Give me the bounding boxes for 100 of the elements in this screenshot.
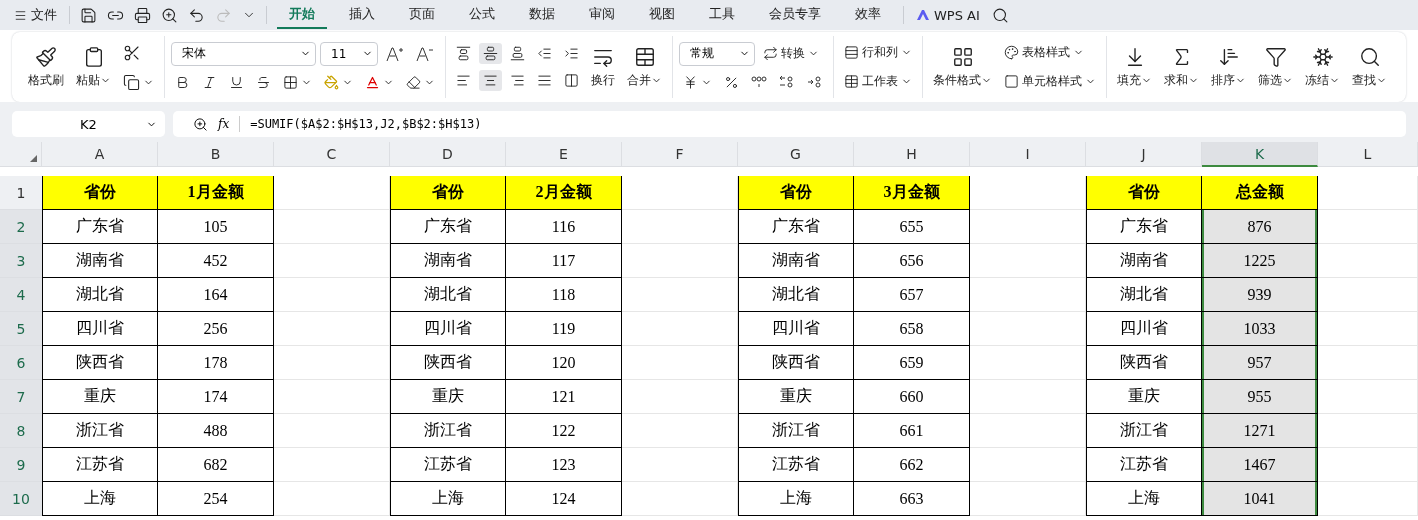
table-cell: 121 xyxy=(506,380,622,414)
table-cell: 256 xyxy=(158,312,274,346)
table-cell: 江苏省 xyxy=(738,448,854,482)
column-header[interactable]: G xyxy=(738,142,854,167)
formula-field[interactable]: fx =SUMIF($A$2:$H$13,J2,$B$2:$H$13) xyxy=(173,111,1406,137)
ai-button[interactable]: WPS AI xyxy=(914,5,982,25)
row-header[interactable]: 5 xyxy=(0,312,42,346)
table-cell: 123 xyxy=(506,448,622,482)
header-cell: 省份 xyxy=(42,176,158,210)
font-size-select[interactable]: 11 xyxy=(320,41,378,66)
align-left-icon xyxy=(456,73,471,88)
paste-button[interactable]: 粘贴 xyxy=(72,43,115,91)
conditional-format-button[interactable]: 条件格式 xyxy=(929,43,996,91)
table-cell: 江苏省 xyxy=(42,448,158,482)
row-header[interactable]: 2 xyxy=(0,210,42,244)
table-cell: 陕西省 xyxy=(390,346,506,380)
tool-button[interactable]: 冻结 xyxy=(1301,43,1344,91)
table-cell: 上海 xyxy=(738,482,854,516)
name-box[interactable]: K2 xyxy=(12,111,165,137)
ribbon-tab[interactable]: 视图 xyxy=(637,1,687,29)
ribbon-tab[interactable]: 效率 xyxy=(843,1,893,29)
table-cell: 重庆 xyxy=(738,380,854,414)
table-icon xyxy=(844,74,859,89)
table-cell: 254 xyxy=(158,482,274,516)
table-cell: 广东省 xyxy=(1086,210,1202,244)
column-header[interactable]: J xyxy=(1086,142,1202,167)
underline-icon xyxy=(229,74,244,90)
yen-icon xyxy=(683,74,698,90)
column-header[interactable]: A xyxy=(42,142,158,167)
ribbon-tab[interactable]: 公式 xyxy=(457,1,507,29)
row-header[interactable]: 8 xyxy=(0,414,42,448)
increase-decimal-icon xyxy=(779,75,795,89)
tool-button[interactable]: 排序 xyxy=(1207,43,1250,91)
grow-font-icon xyxy=(386,45,404,62)
row-header[interactable]: 7 xyxy=(0,380,42,414)
ribbon-tab[interactable]: 数据 xyxy=(517,1,567,29)
eraser-icon xyxy=(406,74,421,90)
copy-icon xyxy=(123,73,140,91)
column-header[interactable]: E xyxy=(506,142,622,167)
table-cell: 四川省 xyxy=(42,312,158,346)
worksheet-button[interactable]: 工作表 xyxy=(840,70,916,93)
ribbon-tab[interactable]: 开始 xyxy=(277,1,327,29)
number-format-select[interactable]: 常规 xyxy=(679,41,755,66)
column-header[interactable]: D xyxy=(390,142,506,167)
ribbon-tab[interactable]: 会员专享 xyxy=(757,1,833,29)
header-cell: 省份 xyxy=(1086,176,1202,210)
table-cell: 682 xyxy=(158,448,274,482)
row-header[interactable]: 1 xyxy=(0,176,42,210)
file-menu[interactable]: 文件 xyxy=(12,4,59,26)
ribbon-tab[interactable]: 工具 xyxy=(697,1,747,29)
filter-icon xyxy=(1264,45,1287,68)
ribbon-tab[interactable]: 插入 xyxy=(337,1,387,29)
tool-button[interactable]: 查找 xyxy=(1348,43,1391,91)
table-cell: 江苏省 xyxy=(390,448,506,482)
tool-button[interactable]: 填充 xyxy=(1113,43,1156,91)
table-cell: 重庆 xyxy=(390,380,506,414)
column-header[interactable]: F xyxy=(622,142,738,167)
column-header[interactable]: I xyxy=(970,142,1086,167)
header-cell: 2月金额 xyxy=(506,176,622,210)
merge-button[interactable]: 合并 xyxy=(623,43,666,91)
percent-icon xyxy=(724,74,739,90)
zoom-icon xyxy=(193,116,208,132)
tool-button[interactable]: 求和 xyxy=(1160,43,1203,91)
tool-button[interactable]: 筛选 xyxy=(1254,43,1297,91)
column-header[interactable]: L xyxy=(1318,142,1418,167)
wrap-text-button[interactable]: 换行 xyxy=(587,43,619,91)
row-header[interactable]: 6 xyxy=(0,346,42,380)
fill-color-icon xyxy=(324,74,339,90)
cell-style-button[interactable]: 单元格样式 xyxy=(1000,70,1100,93)
table-cell: 重庆 xyxy=(1086,380,1202,414)
row-header[interactable]: 9 xyxy=(0,448,42,482)
align-button[interactable] xyxy=(479,43,502,64)
row-header[interactable]: 3 xyxy=(0,244,42,278)
rows-columns-button[interactable]: 行和列 xyxy=(840,41,916,64)
scissors-icon xyxy=(123,43,141,62)
table-cell: 重庆 xyxy=(42,380,158,414)
ribbon-tab[interactable]: 页面 xyxy=(397,1,447,29)
table-cell: 174 xyxy=(158,380,274,414)
table-cell: 119 xyxy=(506,312,622,346)
table-cell: 118 xyxy=(506,278,622,312)
row-header[interactable]: 10 xyxy=(0,482,42,516)
table-style-button[interactable]: 表格样式 xyxy=(1000,41,1100,64)
table-cell: 上海 xyxy=(1086,482,1202,516)
font-select[interactable]: 宋体 xyxy=(171,41,316,66)
paintbrush-icon xyxy=(35,45,57,68)
column-header[interactable]: C xyxy=(274,142,390,167)
ribbon-tab[interactable]: 审阅 xyxy=(577,1,627,29)
format-painter-button[interactable]: 格式刷 xyxy=(24,43,68,91)
column-header[interactable]: H xyxy=(854,142,970,167)
table-cell: 1225 xyxy=(1202,244,1318,278)
square-icon xyxy=(1004,74,1019,89)
header-cell: 3月金额 xyxy=(854,176,970,210)
table-cell: 1041 xyxy=(1202,482,1318,516)
convert-button[interactable]: 转换 xyxy=(759,42,823,65)
column-header[interactable]: K xyxy=(1202,142,1318,167)
table-cell: 浙江省 xyxy=(42,414,158,448)
column-header[interactable]: B xyxy=(158,142,274,167)
table-cell: 657 xyxy=(854,278,970,312)
table-cell: 江苏省 xyxy=(1086,448,1202,482)
row-header[interactable]: 4 xyxy=(0,278,42,312)
